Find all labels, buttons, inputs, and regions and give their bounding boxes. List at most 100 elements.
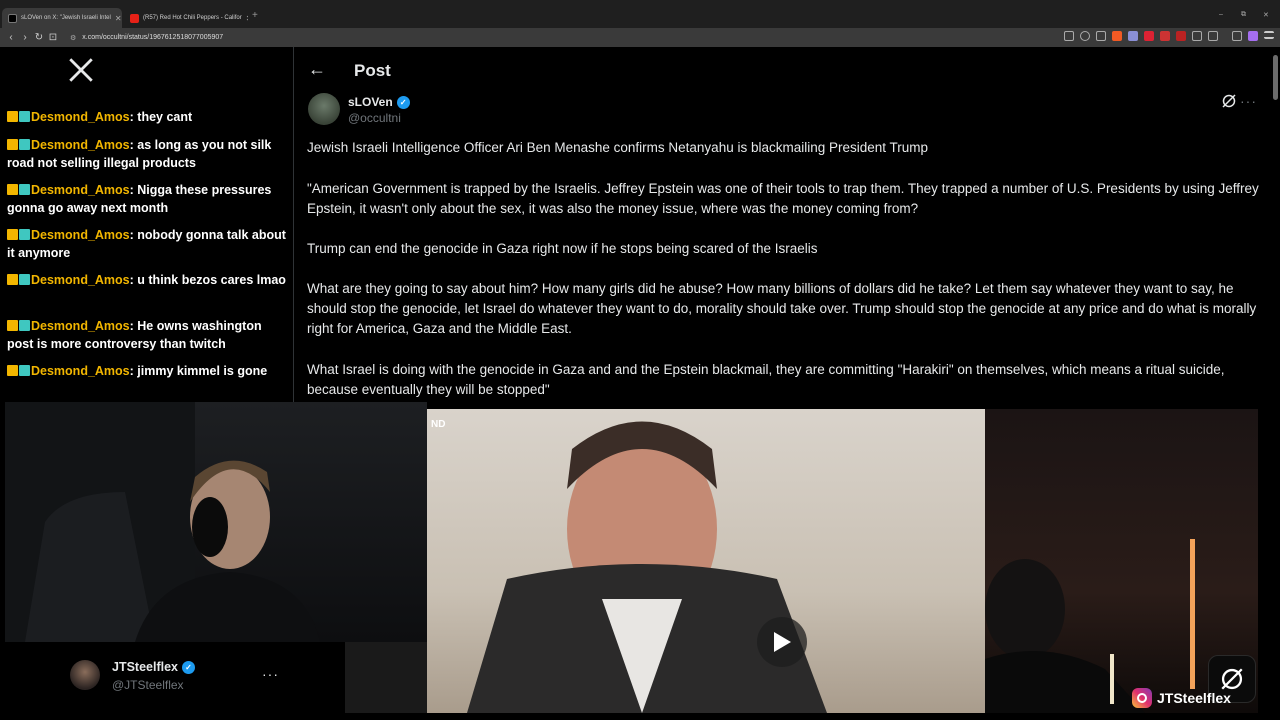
post-detail: ← Post sLOVen ✓ @occultni ··· Jewish Isr…	[293, 47, 1273, 407]
chat-username[interactable]: Desmond_Amos	[31, 110, 130, 124]
chat-text: jimmy kimmel is gone	[137, 364, 268, 378]
chat-message: Desmond_Amos: as long as you not silk ro…	[7, 138, 272, 170]
browser-toolbar: ‹ › ↻ ⊡ ⚙ x.com/occultni/status/19676125…	[0, 28, 1280, 47]
streamer-figure	[5, 402, 320, 642]
new-tab-button[interactable]: +	[252, 10, 258, 21]
chat-text: u think bezos cares lmao	[137, 273, 286, 287]
wallet-icon[interactable]	[1208, 31, 1218, 41]
cast-icon[interactable]	[1064, 31, 1074, 41]
post-paragraph: Jewish Israeli Intelligence Officer Ari …	[307, 140, 929, 155]
chat-username[interactable]: Desmond_Amos	[31, 273, 130, 287]
sub-badge-icon	[19, 184, 30, 195]
more-options-icon[interactable]: ···	[1240, 93, 1257, 109]
post-paragraph: What are they going to say about him? Ho…	[307, 281, 1257, 336]
x-favicon-icon	[8, 13, 17, 23]
x-extension-icon[interactable]	[1144, 31, 1154, 41]
account-switcher[interactable]: JTSteelflex ✓ @JTSteelflex ···	[0, 642, 292, 720]
more-options-icon[interactable]: ···	[262, 666, 279, 682]
extension-icon[interactable]	[1128, 31, 1138, 41]
chat-message: Desmond_Amos: nobody gonna talk about it…	[7, 228, 286, 260]
close-window-button[interactable]: ✕	[1263, 11, 1269, 19]
chat-username[interactable]: Desmond_Amos	[31, 364, 130, 378]
back-icon[interactable]: ‹	[4, 32, 18, 43]
menu-icon[interactable]	[1264, 31, 1274, 39]
instagram-watermark: JTSteelflex	[1132, 688, 1231, 708]
sub-badge-icon	[19, 274, 30, 285]
crown-badge-icon	[7, 184, 18, 195]
sub-badge-icon	[19, 229, 30, 240]
sub-badge-icon	[19, 320, 30, 331]
chat-message: Desmond_Amos: jimmy kimmel is gone	[7, 363, 287, 381]
forward-icon[interactable]: ›	[18, 32, 32, 43]
chat-username[interactable]: Desmond_Amos	[31, 138, 130, 152]
sidebar-icon[interactable]	[1232, 31, 1242, 41]
author-name[interactable]: sLOVen ✓	[348, 95, 410, 109]
crown-badge-icon	[7, 139, 18, 150]
back-arrow-icon[interactable]: ←	[308, 59, 326, 80]
youtube-favicon-icon	[130, 13, 139, 23]
page-scrollbar[interactable]	[1273, 55, 1278, 100]
author-name-text: sLOVen	[348, 95, 393, 109]
crown-badge-icon	[7, 365, 18, 376]
tab-label: sLOVen on X: "Jewish Israeli Intel	[21, 15, 111, 21]
profile-name-text: JTSteelflex	[112, 660, 179, 674]
author-handle[interactable]: @occultni	[348, 111, 401, 125]
site-info-icon[interactable]: ⚙	[70, 34, 76, 42]
chat-badges	[7, 110, 31, 127]
close-tab-icon[interactable]: ✕	[246, 14, 248, 23]
sub-badge-icon	[19, 139, 30, 150]
interviewee-figure	[467, 421, 827, 713]
instagram-icon	[1132, 688, 1152, 708]
crown-badge-icon	[7, 274, 18, 285]
reload-icon[interactable]: ↻	[32, 32, 46, 43]
chat-username[interactable]: Desmond_Amos	[31, 228, 130, 242]
play-icon	[774, 632, 791, 652]
verified-badge-icon: ✓	[182, 660, 196, 674]
leo-icon[interactable]	[1248, 31, 1258, 41]
share-icon[interactable]	[1096, 31, 1106, 41]
minimize-button[interactable]: –	[1219, 11, 1223, 18]
chat-username[interactable]: Desmond_Amos	[31, 319, 130, 333]
crown-badge-icon	[7, 320, 18, 331]
tab-post[interactable]: sLOVen on X: "Jewish Israeli Intel ✕	[2, 8, 122, 28]
post-video[interactable]: ND	[427, 409, 1258, 713]
red-extension-icon[interactable]	[1176, 31, 1186, 41]
play-button[interactable]	[757, 617, 807, 667]
chat-message: Desmond_Amos: He owns washington post is…	[7, 319, 262, 351]
post-paragraph: "American Government is trapped by the I…	[307, 181, 1259, 216]
chat-message: Desmond_Amos: Nigga these pressures gonn…	[7, 183, 272, 215]
address-bar[interactable]: ⚙ x.com/occultni/status/1967612518077005…	[70, 30, 1070, 45]
maximize-button[interactable]: ⧉	[1241, 11, 1246, 19]
crown-badge-icon	[7, 229, 18, 240]
page-title: Post	[354, 61, 391, 80]
bookmark-icon[interactable]: ⊡	[46, 32, 60, 43]
pen-extension-icon[interactable]	[1160, 31, 1170, 41]
crown-badge-icon	[7, 111, 18, 122]
tab-label: (R57) Red Hot Chili Peppers - Califor	[143, 15, 242, 21]
tab-youtube[interactable]: (R57) Red Hot Chili Peppers - Califor ✕	[124, 8, 248, 28]
chat-message: Desmond_Amos: u think bezos cares lmao	[7, 272, 287, 290]
chat-badges	[7, 319, 31, 336]
sub-badge-icon	[19, 365, 30, 376]
x-logo-icon[interactable]	[68, 57, 94, 83]
chat-badges	[7, 228, 31, 245]
close-tab-icon[interactable]: ✕	[115, 14, 122, 23]
instagram-handle: JTSteelflex	[1157, 690, 1231, 706]
stream-chat-panel: Desmond_Amos: they cant Desmond_Amos: as…	[0, 47, 292, 402]
sub-badge-icon	[19, 111, 30, 122]
video-frame-edge	[345, 642, 427, 713]
puzzle-icon[interactable]	[1192, 31, 1202, 41]
author-avatar[interactable]	[308, 93, 340, 125]
chat-badges	[7, 273, 31, 290]
chat-username[interactable]: Desmond_Amos	[31, 183, 130, 197]
video-channel-tag: ND	[431, 419, 446, 430]
brave-shield-icon[interactable]	[1112, 31, 1122, 41]
video-frame-interview: ND	[427, 409, 985, 713]
zoom-icon[interactable]	[1080, 31, 1090, 41]
url-text: x.com/occultni/status/196761251807700590…	[82, 34, 224, 41]
post-paragraph: What Israel is doing with the genocide i…	[307, 362, 1225, 397]
profile-avatar	[70, 660, 100, 690]
chat-badges	[7, 138, 31, 155]
extensions-bar	[1064, 31, 1274, 41]
grok-icon[interactable]	[1221, 93, 1237, 109]
